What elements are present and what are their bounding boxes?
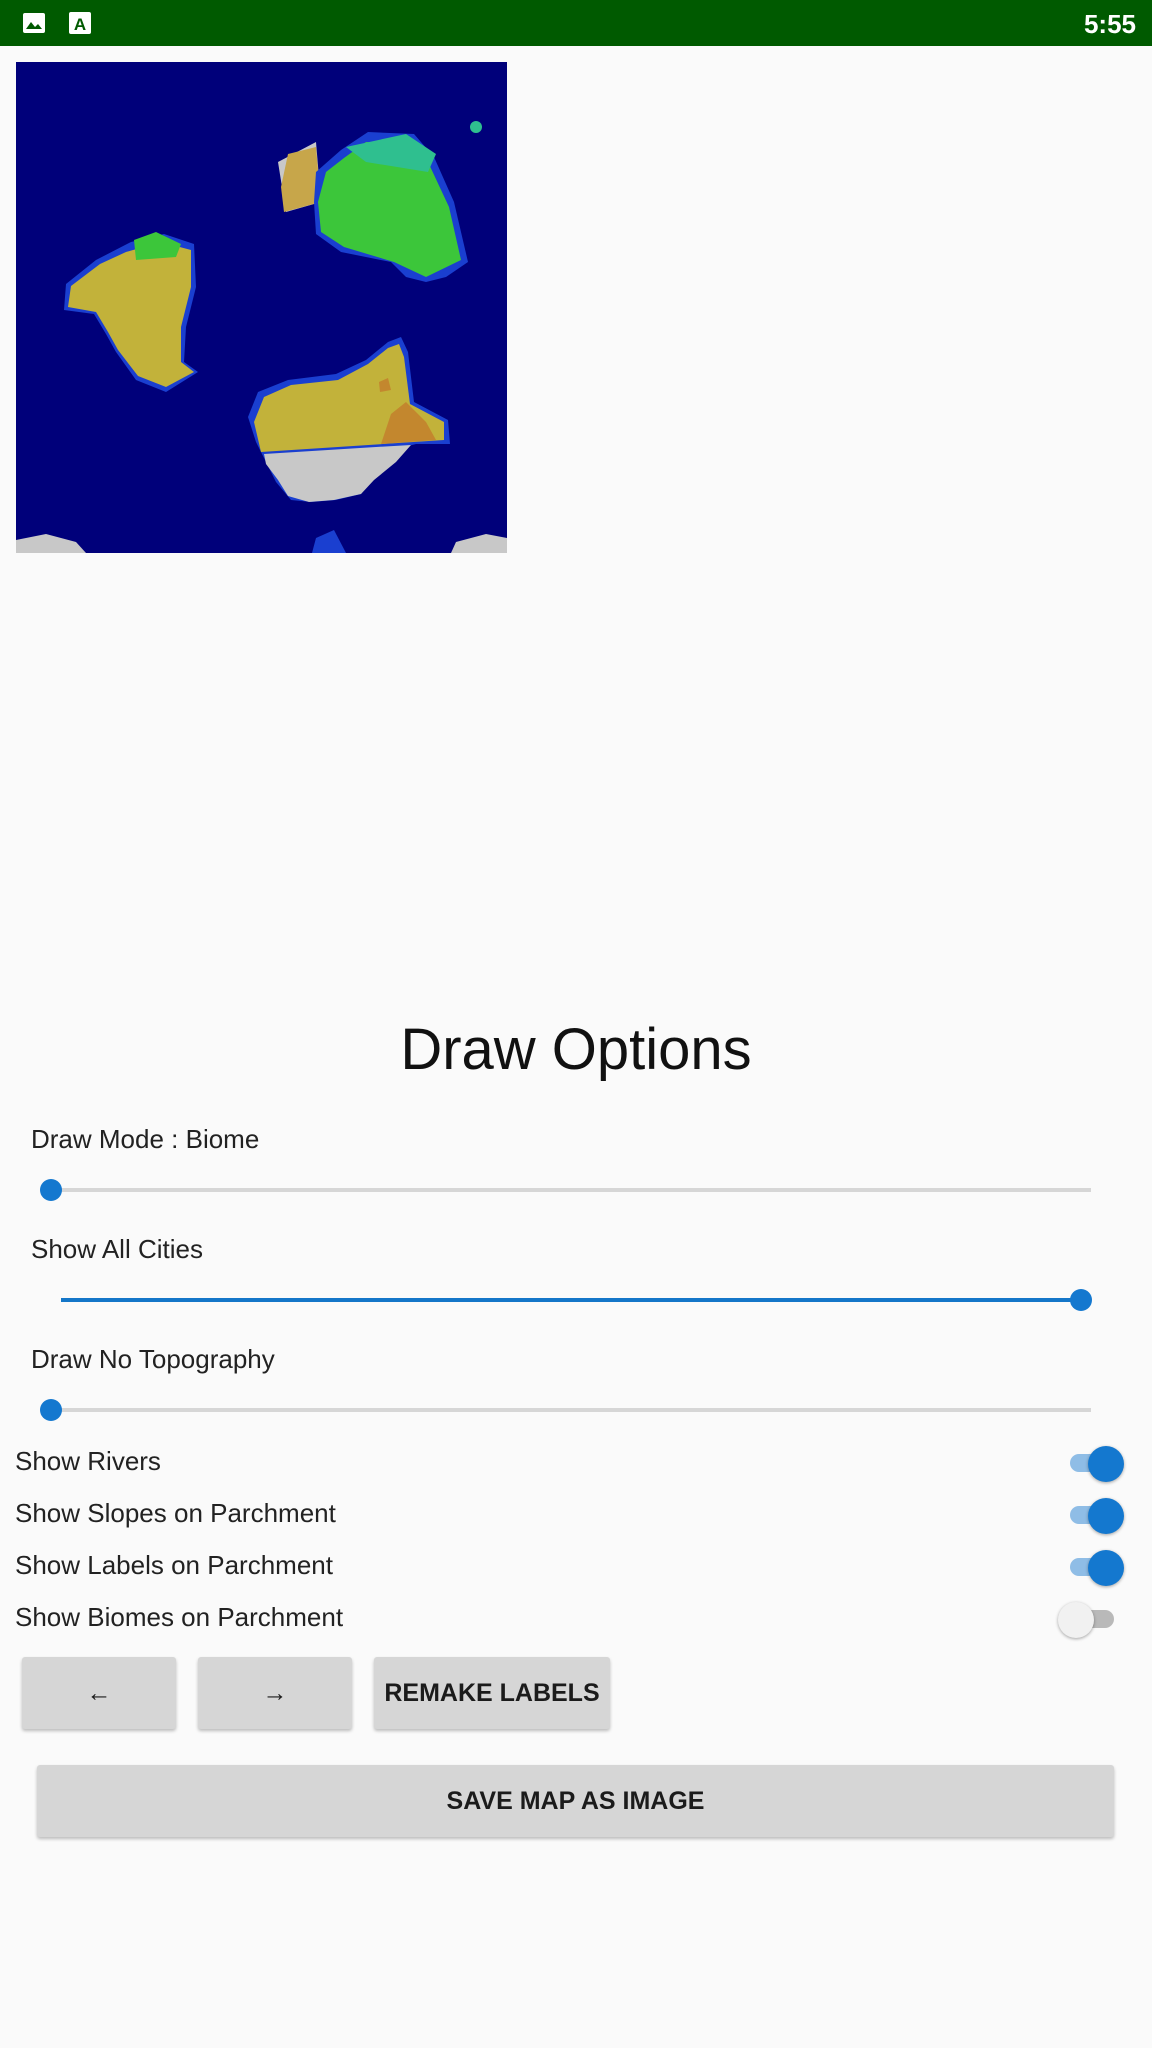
show-cities-slider[interactable] bbox=[51, 1285, 1092, 1315]
show-rivers-switch[interactable] bbox=[1070, 1446, 1124, 1482]
status-bar: A 5:55 bbox=[0, 0, 1152, 46]
switch-thumb bbox=[1058, 1602, 1094, 1638]
draw-mode-slider[interactable] bbox=[40, 1175, 1091, 1205]
slider-track bbox=[61, 1408, 1091, 1412]
slider-thumb[interactable] bbox=[40, 1399, 62, 1421]
switch-thumb bbox=[1088, 1498, 1124, 1534]
switch-label: Show Rivers bbox=[15, 1446, 161, 1476]
topography-label: Draw No Topography bbox=[31, 1344, 275, 1374]
switch-label: Show Labels on Parchment bbox=[15, 1550, 333, 1580]
image-icon bbox=[23, 13, 45, 33]
status-time: 5:55 bbox=[1083, 9, 1136, 39]
map-preview[interactable] bbox=[16, 62, 507, 553]
show-cities-label: Show All Cities bbox=[31, 1234, 203, 1264]
slider-thumb[interactable] bbox=[1070, 1289, 1092, 1311]
draw-mode-label: Draw Mode : Biome bbox=[31, 1124, 260, 1154]
show-biomes-switch[interactable] bbox=[1058, 1602, 1114, 1638]
show-labels-row: Show Labels on Parchment bbox=[0, 1544, 1152, 1588]
svg-text:A: A bbox=[74, 15, 86, 34]
show-rivers-row: Show Rivers bbox=[0, 1440, 1152, 1484]
show-slopes-row: Show Slopes on Parchment bbox=[0, 1492, 1152, 1536]
a-icon: A bbox=[69, 12, 91, 34]
show-labels-switch[interactable] bbox=[1070, 1550, 1124, 1586]
save-map-button[interactable]: SAVE MAP AS IMAGE bbox=[37, 1765, 1114, 1837]
section-title: Draw Options bbox=[400, 1017, 752, 1082]
previous-button[interactable]: ← bbox=[22, 1657, 176, 1729]
switch-label: Show Slopes on Parchment bbox=[15, 1498, 336, 1528]
show-biomes-row: Show Biomes on Parchment bbox=[0, 1596, 1152, 1640]
topography-slider[interactable] bbox=[40, 1395, 1091, 1425]
remake-labels-button[interactable]: REMAKE LABELS bbox=[374, 1657, 610, 1729]
slider-fill bbox=[61, 1298, 1091, 1302]
next-button[interactable]: → bbox=[198, 1657, 352, 1729]
slider-thumb[interactable] bbox=[40, 1179, 62, 1201]
switch-thumb bbox=[1088, 1446, 1124, 1482]
switch-thumb bbox=[1088, 1550, 1124, 1586]
slider-track bbox=[61, 1188, 1091, 1192]
show-slopes-switch[interactable] bbox=[1070, 1498, 1124, 1534]
islet bbox=[470, 121, 482, 133]
switch-label: Show Biomes on Parchment bbox=[15, 1602, 344, 1632]
